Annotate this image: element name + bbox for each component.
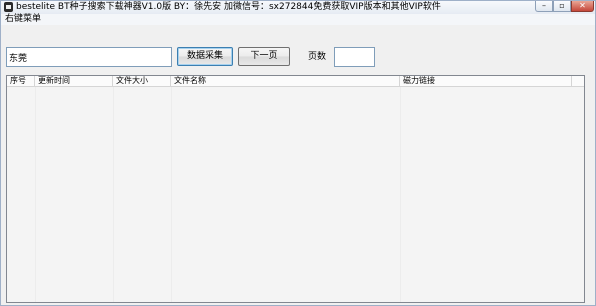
close-button[interactable]: ✕ (571, 1, 594, 12)
results-list[interactable]: 序号 更新时间 文件大小 文件名称 磁力链接 (6, 75, 585, 303)
minimize-button[interactable]: – (535, 1, 553, 12)
pages-input[interactable] (334, 47, 375, 67)
column-header-file-name[interactable]: 文件名称 (171, 76, 400, 86)
pages-label: 页数 (308, 52, 327, 62)
column-header-update-time[interactable]: 更新时间 (35, 76, 113, 86)
title-bar[interactable]: bestelite BT种子搜索下载神器V1.0版 BY：徐先安 加微信号：sx… (1, 1, 595, 14)
column-header-filler (572, 76, 584, 86)
maximize-button[interactable]: ▫ (553, 1, 571, 12)
column-header-magnet-link[interactable]: 磁力链接 (400, 76, 572, 86)
window-title: bestelite BT种子搜索下载神器V1.0版 BY：徐先安 加微信号：sx… (16, 2, 441, 12)
main-window: bestelite BT种子搜索下载神器V1.0版 BY：徐先安 加微信号：sx… (0, 0, 596, 306)
menu-item-context-menu[interactable]: 右键菜单 (5, 14, 41, 25)
app-icon (4, 2, 13, 12)
column-header-index[interactable]: 序号 (7, 76, 35, 86)
collect-data-button[interactable]: 数据采集 (177, 47, 233, 66)
column-divider (35, 87, 36, 302)
list-body[interactable] (7, 87, 584, 302)
client-area: 数据采集 下一页 页数 序号 更新时间 文件大小 文件名称 磁力链接 (1, 25, 595, 305)
list-header: 序号 更新时间 文件大小 文件名称 磁力链接 (7, 76, 584, 87)
column-divider (400, 87, 401, 302)
column-divider (171, 87, 172, 302)
search-input[interactable] (6, 47, 172, 67)
menu-bar: 右键菜单 (1, 14, 595, 25)
column-divider (113, 87, 114, 302)
next-page-button[interactable]: 下一页 (238, 47, 290, 66)
column-header-file-size[interactable]: 文件大小 (113, 76, 171, 86)
